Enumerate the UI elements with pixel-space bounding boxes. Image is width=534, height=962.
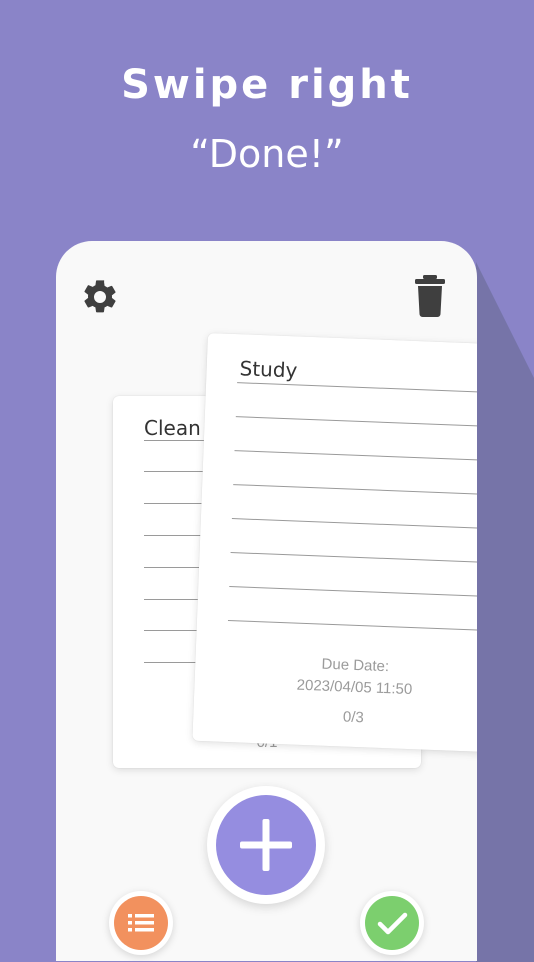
list-button[interactable] (109, 891, 173, 955)
due-date-value: 2023/04/05 11:50 (296, 676, 413, 699)
card-line (229, 586, 477, 599)
list-icon (128, 914, 154, 932)
phone-screen: Clean m 0/1 Study Due Date: 2023/04/05 1… (56, 241, 477, 961)
card-progress: 0/3 (342, 708, 365, 727)
delete-button[interactable] (414, 275, 446, 317)
done-button-circle (365, 896, 419, 950)
done-button[interactable] (360, 891, 424, 955)
list-button-circle (114, 896, 168, 950)
card-line (237, 382, 477, 395)
check-icon (377, 912, 408, 935)
promo-subline: “Done!” (190, 132, 344, 176)
trash-icon (415, 275, 445, 317)
card-title: Study (239, 356, 298, 383)
settings-button[interactable] (80, 277, 120, 317)
device-shadow (476, 262, 534, 962)
card-line (231, 518, 477, 531)
card-line (235, 416, 477, 429)
plus-icon (240, 819, 292, 871)
card-line (227, 619, 477, 633)
promo-headline: Swipe right (121, 62, 413, 108)
add-button-circle (216, 795, 316, 895)
card-line (234, 450, 477, 463)
card-line (233, 484, 477, 497)
gear-icon (84, 280, 116, 313)
card-line (230, 552, 477, 565)
task-card-front[interactable]: Study Due Date: 2023/04/05 11:50 0/3 (192, 333, 477, 753)
add-task-button[interactable] (207, 786, 325, 904)
